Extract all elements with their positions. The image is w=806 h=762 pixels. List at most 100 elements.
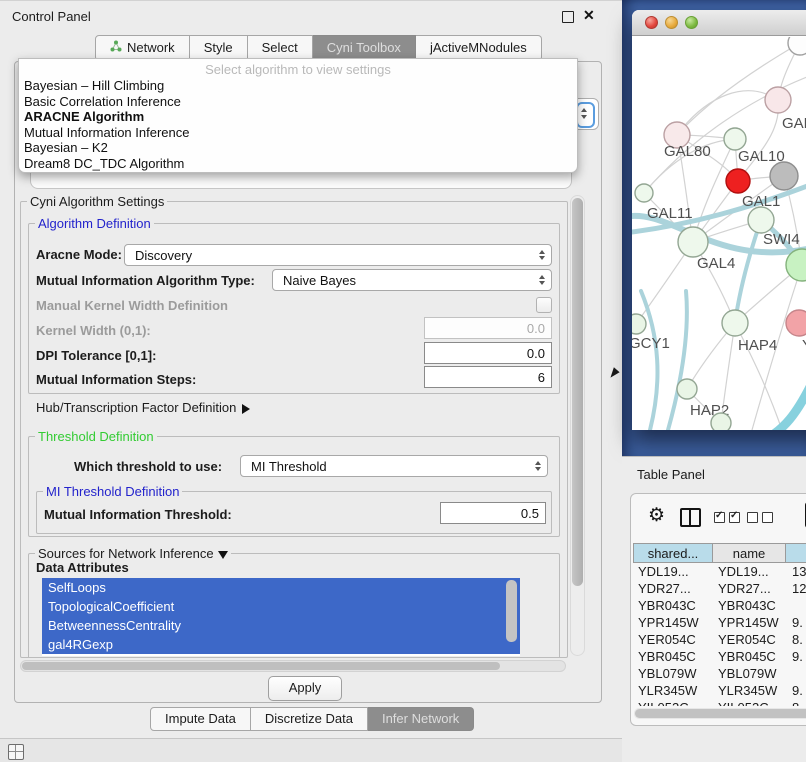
table-row[interactable]: YDR27...YDR27...12 [633, 580, 806, 597]
table-row[interactable]: YBR043CYBR043C [633, 597, 806, 614]
table-cell: YIL052C [633, 699, 713, 706]
which-threshold-value: MI Threshold [241, 459, 535, 474]
column-header[interactable] [785, 543, 806, 563]
table-row[interactable]: YIL052CYIL052C8 [633, 699, 806, 706]
tab-label: Network [127, 36, 175, 60]
zoom-traffic-light[interactable] [685, 16, 698, 29]
node-label: Y [802, 337, 806, 354]
network-node-gal10[interactable] [724, 128, 746, 150]
settings-horizontal-scrollbar[interactable] [20, 660, 566, 672]
table-cell: YDL19... [713, 563, 787, 580]
network-canvas[interactable]: GALGAL80GAL10GAL1GAL11SWI4GAL4GCY1HAP4YH… [632, 37, 806, 430]
network-node[interactable] [711, 413, 731, 430]
select-all-columns-icon[interactable] [714, 512, 740, 523]
dpi-tolerance-input[interactable] [424, 342, 552, 364]
hub-definition-toggle[interactable]: Hub/Transcription Factor Definition [36, 400, 250, 415]
table-cell: 12 [787, 580, 806, 597]
network-node-gal1[interactable] [726, 169, 750, 193]
table-cell [787, 597, 806, 614]
attribute-item[interactable]: SelfLoops [42, 578, 520, 597]
table-cell: YBR045C [713, 648, 787, 665]
table-row[interactable]: YBL079WYBL079W [633, 665, 806, 682]
combobox-arrow-button[interactable] [576, 102, 595, 128]
table-row[interactable]: YLR345WYLR345W9. [633, 682, 806, 699]
popup-item[interactable]: Bayesian – K2 [19, 140, 577, 156]
table-cell: YIL052C [713, 699, 787, 706]
attribute-item[interactable]: gal4RGexp [42, 635, 520, 654]
tab-label: Cyni Toolbox [327, 36, 401, 60]
attribute-item[interactable]: TopologicalCoefficient [42, 597, 520, 616]
settings-vertical-scrollbar[interactable] [570, 195, 585, 656]
minimize-traffic-light[interactable] [665, 16, 678, 29]
scrollbar-thumb[interactable] [572, 198, 583, 586]
tab-discretize-data[interactable]: Discretize Data [251, 707, 368, 731]
close-panel-icon[interactable]: ✕ [583, 7, 595, 24]
apply-button[interactable]: Apply [268, 676, 342, 701]
table-cell: YBR045C [633, 648, 713, 665]
column-browser-icon[interactable] [680, 508, 701, 527]
mi-threshold-input[interactable] [440, 502, 546, 524]
network-node-y[interactable] [786, 310, 806, 336]
network-node-gcy1[interactable] [632, 314, 646, 334]
network-node-hap2[interactable] [677, 379, 697, 399]
manual-kernel-checkbox[interactable] [536, 297, 552, 313]
popup-item[interactable]: Basic Correlation Inference [19, 94, 577, 110]
network-node[interactable] [770, 162, 798, 190]
mi-threshold-label: Mutual Information Threshold: [44, 507, 232, 522]
tab-infer-network[interactable]: Infer Network [368, 707, 474, 731]
which-threshold-combobox[interactable]: MI Threshold [240, 455, 548, 477]
table-row[interactable]: YER054CYER054C8. [633, 631, 806, 648]
attributes-scrollbar[interactable] [506, 580, 517, 642]
table-cell: 9. [787, 682, 806, 699]
network-node-swi4[interactable] [748, 207, 774, 233]
table-horizontal-scrollbar[interactable] [634, 708, 806, 719]
aracne-mode-combobox[interactable]: Discovery [124, 244, 552, 266]
mi-threshold-legend: MI Threshold Definition [43, 484, 182, 499]
network-node[interactable] [788, 37, 806, 55]
kernel-width-input[interactable] [424, 317, 552, 339]
table-cell: 8. [787, 631, 806, 648]
popup-item[interactable]: Bayesian – Hill Climbing [19, 78, 577, 94]
kernel-width-label: Kernel Width (0,1): [36, 323, 151, 338]
mi-steps-input[interactable] [424, 366, 552, 388]
hub-definition-label: Hub/Transcription Factor Definition [36, 400, 236, 415]
scrollbar-thumb[interactable] [635, 709, 806, 718]
algorithm-popup: Select algorithm to view settings Bayesi… [18, 58, 578, 173]
gear-icon[interactable]: ⚙ [648, 504, 665, 527]
table-row[interactable]: YPR145WYPR145W9. [633, 614, 806, 631]
spinner-icon [539, 275, 545, 286]
popup-item[interactable]: Mutual Information Inference [19, 125, 577, 141]
table-row[interactable]: YBR045CYBR045C9. [633, 648, 806, 665]
deselect-all-columns-icon[interactable] [747, 512, 773, 523]
table-cell: YLR345W [713, 682, 787, 699]
scrollbar-thumb[interactable] [22, 662, 500, 670]
popup-placeholder: Select algorithm to view settings [19, 62, 577, 78]
table-cell: YBR043C [633, 597, 713, 614]
attribute-item[interactable]: BetweennessCentrality [42, 616, 520, 635]
network-node-hap4[interactable] [722, 310, 748, 336]
cyni-bottom-tabs: Impute DataDiscretize DataInfer Network [150, 707, 474, 731]
network-node-gal4[interactable] [678, 227, 708, 257]
tab-impute-data[interactable]: Impute Data [150, 707, 251, 731]
spinner-icon [535, 461, 541, 472]
mi-type-combobox[interactable]: Naive Bayes [272, 269, 552, 291]
aracne-mode-label: Aracne Mode: [36, 247, 122, 262]
float-window-icon[interactable] [562, 11, 574, 23]
table-row[interactable]: YDL19...YDL19...13 [633, 563, 806, 580]
popup-item[interactable]: ARACNE Algorithm [19, 109, 577, 125]
tab-label: jActiveMNodules [430, 36, 527, 60]
network-window-titlebar[interactable] [632, 10, 806, 36]
column-header[interactable]: name [712, 543, 786, 563]
collapse-down-icon[interactable] [218, 551, 228, 559]
sources-legend: Sources for Network Inference [35, 546, 231, 561]
network-view-window: GALGAL80GAL10GAL1GAL11SWI4GAL4GCY1HAP4YH… [632, 10, 806, 430]
network-node-gal11[interactable] [635, 184, 653, 202]
node-label: GAL11 [647, 205, 693, 222]
grid-icon[interactable] [8, 744, 24, 760]
close-traffic-light[interactable] [645, 16, 658, 29]
table-cell: YDR27... [633, 580, 713, 597]
column-header[interactable]: shared... [633, 543, 713, 563]
popup-item[interactable]: Dream8 DC_TDC Algorithm [19, 156, 577, 172]
network-node-gal[interactable] [765, 87, 791, 113]
tab-label: Select [262, 36, 298, 60]
